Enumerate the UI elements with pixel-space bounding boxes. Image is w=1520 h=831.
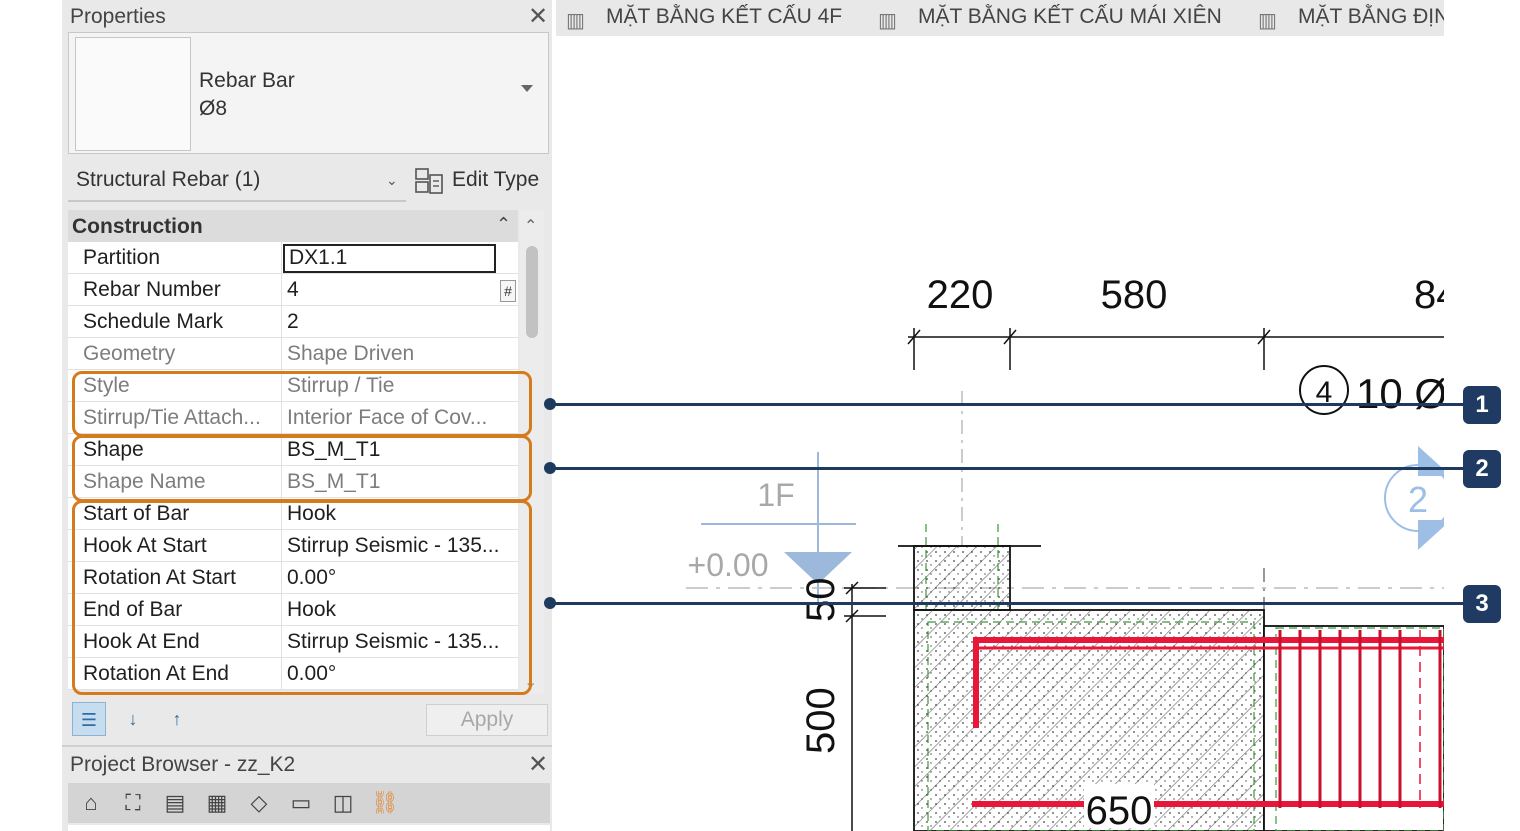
- project-browser-close-icon[interactable]: ✕: [528, 750, 548, 779]
- property-name: Rebar Number: [83, 278, 221, 301]
- callout-badge-2: 2: [1463, 450, 1501, 488]
- group-label: Construction: [72, 215, 203, 238]
- highlight-box-3: [72, 500, 532, 695]
- chevron-down-icon[interactable]: ⌄: [386, 172, 398, 189]
- properties-title: Properties: [70, 5, 166, 28]
- section-mark-number: 2: [1408, 479, 1428, 520]
- callout-dot-2: [544, 462, 556, 474]
- sort-categorized-icon[interactable]: ☰: [72, 702, 106, 736]
- apply-button[interactable]: Apply: [426, 704, 548, 736]
- family-icon[interactable]: ◫: [326, 786, 360, 820]
- row-divider: [281, 242, 282, 274]
- floor-plan-icon: ▥: [1258, 10, 1277, 32]
- property-value[interactable]: 4: [287, 278, 502, 302]
- floor-plan-icon: ▥: [566, 10, 585, 32]
- drawing-canvas[interactable]: 220 580 84 4 10 Ø 2 1F +0.00: [556, 36, 1444, 831]
- legend-icon[interactable]: ▭: [284, 786, 318, 820]
- edit-type-icon: [415, 168, 443, 194]
- dimension-text-220: 220: [927, 273, 994, 317]
- row-divider: [281, 306, 282, 338]
- zoom-extents-icon[interactable]: ⛶: [116, 786, 150, 820]
- collapse-up-icon[interactable]: ⌃: [496, 214, 511, 235]
- view-tab-bar: ▥ MẶT BẰNG KẾT CẤU 4F ▥ MẶT BẰNG KẾT CẤU…: [556, 0, 1444, 36]
- sort-ascending-icon[interactable]: ↓: [116, 702, 150, 736]
- property-value[interactable]: 2: [287, 310, 502, 334]
- schedule-icon[interactable]: ▦: [200, 786, 234, 820]
- row-divider: [281, 274, 282, 306]
- scrollbar-thumb[interactable]: [526, 246, 538, 338]
- dimension-text-580: 580: [1101, 273, 1168, 317]
- property-name: Schedule Mark: [83, 310, 224, 333]
- tab-label: MẶT BẰNG ĐỊNH: [1298, 5, 1444, 28]
- instance-filter-label: Structural Rebar (1): [76, 168, 261, 191]
- dimension-text-84: 84: [1414, 273, 1444, 317]
- property-row-partition[interactable]: Partition DX1.1: [68, 242, 518, 274]
- type-dropdown-arrow-icon[interactable]: [521, 85, 533, 92]
- hash-number-button[interactable]: #: [500, 280, 516, 302]
- callout-line-1: [550, 403, 1465, 406]
- property-name: Geometry: [83, 342, 176, 365]
- level-name: 1F: [757, 477, 794, 513]
- dimension-text-500: 500: [799, 687, 843, 754]
- row-divider: [281, 338, 282, 370]
- project-browser-tree-area: [68, 825, 550, 831]
- property-row-schedule-mark[interactable]: Schedule Mark 2: [68, 306, 518, 338]
- callout-badge-1: 1: [1463, 386, 1501, 424]
- section-mark-arrow-icon: [1418, 520, 1444, 550]
- sort-toolbar: ☰ ↓ ↑ Apply: [68, 700, 548, 740]
- tag-icon[interactable]: ◇: [242, 786, 276, 820]
- project-browser-title: Project Browser - zz_K2: [70, 753, 296, 776]
- home-icon[interactable]: ⌂: [74, 786, 108, 820]
- sort-descending-icon[interactable]: ↑: [160, 702, 194, 736]
- tab-label: MẶT BẰNG KẾT CẤU 4F: [606, 5, 843, 28]
- edit-type-label: Edit Type: [452, 168, 540, 191]
- callout-line-3: [550, 602, 1465, 605]
- project-browser-toolbar: ⌂ ⛶ ▤ ▦ ◇ ▭ ◫ ⛓: [68, 783, 550, 823]
- highlight-box-1: [72, 371, 532, 437]
- highlight-box-2: [72, 435, 532, 502]
- link-icon[interactable]: ⛓: [368, 786, 402, 820]
- tab-label: MẶT BẰNG KẾT CẤU MÁI XIÊN: [918, 5, 1222, 28]
- type-family-name: Rebar Bar: [199, 69, 295, 92]
- concrete-column-hatch: [914, 546, 1010, 610]
- type-size-name: Ø8: [199, 97, 228, 120]
- callout-line-2: [550, 467, 1465, 470]
- properties-palette: Properties ✕ Rebar Bar Ø8 Structural Reb…: [62, 0, 552, 745]
- dimension-text-650: 650: [1086, 789, 1153, 831]
- dimension-text-50: 50: [799, 578, 843, 623]
- section-drawing: 220 580 84 4 10 Ø 2 1F +0.00: [686, 273, 1444, 831]
- callout-dot-3: [544, 597, 556, 609]
- callout-badge-3: 3: [1463, 585, 1501, 623]
- type-selector[interactable]: Rebar Bar Ø8: [68, 32, 549, 154]
- property-row-geometry: Geometry Shape Driven: [68, 338, 518, 370]
- sheet-view-icon[interactable]: ▤: [158, 786, 192, 820]
- scroll-up-icon[interactable]: ⌃: [524, 216, 537, 236]
- property-name: Partition: [83, 246, 161, 269]
- property-value: Shape Driven: [287, 342, 415, 365]
- level-elevation: +0.00: [688, 547, 769, 583]
- group-header-construction[interactable]: Construction ⌃: [68, 210, 518, 242]
- type-preview-thumbnail: [75, 37, 191, 151]
- properties-close-icon[interactable]: ✕: [528, 2, 548, 31]
- beam-elevation: [1263, 625, 1444, 831]
- property-row-rebar-number[interactable]: Rebar Number 4 #: [68, 274, 518, 306]
- floor-plan-icon: ▥: [878, 10, 897, 32]
- rebar-tag-text: 10 Ø: [1356, 370, 1444, 417]
- partition-value[interactable]: DX1.1: [289, 246, 504, 270]
- project-browser: Project Browser - zz_K2 ✕ ⌂ ⛶ ▤ ▦ ◇ ▭ ◫ …: [62, 745, 552, 831]
- section-mark-arrow-icon: [1418, 446, 1444, 476]
- callout-dot-1: [544, 398, 556, 410]
- instance-filter-dropdown[interactable]: Structural Rebar (1) ⌄: [68, 162, 406, 202]
